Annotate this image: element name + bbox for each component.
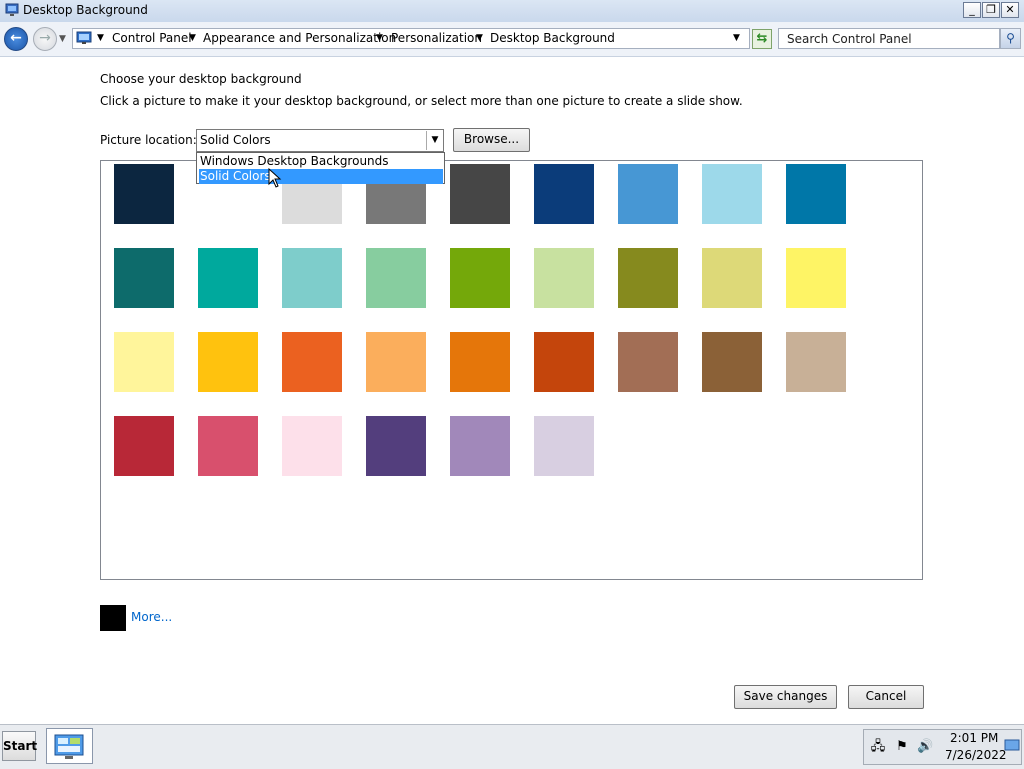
color-swatch[interactable] [198, 416, 258, 476]
breadcrumb-appearance[interactable]: Appearance and Personalization [203, 31, 396, 45]
breadcrumb-arrow-icon[interactable]: ▼ [376, 33, 383, 43]
page-heading: Choose your desktop background [100, 72, 302, 86]
picture-location-dropdown-list[interactable]: Windows Desktop Backgrounds Solid Colors [196, 152, 445, 184]
color-swatch[interactable] [366, 332, 426, 392]
back-button[interactable]: ← [4, 27, 28, 51]
color-swatch[interactable] [534, 332, 594, 392]
color-swatch[interactable] [450, 164, 510, 224]
color-swatch[interactable] [114, 164, 174, 224]
color-swatch-panel [100, 160, 923, 580]
color-swatch[interactable] [702, 164, 762, 224]
close-button[interactable]: ✕ [1001, 2, 1019, 18]
color-swatch[interactable] [534, 164, 594, 224]
title-bar [0, 0, 1024, 23]
color-swatch[interactable] [786, 248, 846, 308]
breadcrumb-personalization[interactable]: Personalization [391, 31, 482, 45]
forward-button[interactable]: → [33, 27, 57, 51]
color-swatch[interactable] [702, 248, 762, 308]
color-swatch[interactable] [366, 416, 426, 476]
color-swatch[interactable] [198, 332, 258, 392]
maximize-button[interactable]: ❐ [982, 2, 1000, 18]
chevron-down-icon[interactable]: ▼ [426, 131, 443, 150]
option-windows-desktop-backgrounds[interactable]: Windows Desktop Backgrounds [199, 154, 443, 169]
network-icon[interactable]: 🖧 [870, 739, 886, 755]
refresh-button[interactable]: ⇆ [752, 29, 772, 49]
color-swatch[interactable] [114, 416, 174, 476]
instruction-text: Click a picture to make it your desktop … [100, 94, 743, 108]
color-swatch[interactable] [450, 332, 510, 392]
more-colors-link[interactable]: More... [131, 610, 172, 624]
color-swatch[interactable] [366, 248, 426, 308]
save-changes-button[interactable]: Save changes [734, 685, 837, 709]
picture-location-label: Picture location: [100, 133, 197, 147]
mouse-cursor-icon [268, 168, 282, 188]
breadcrumb-control-panel[interactable]: Control Panel [112, 31, 192, 45]
breadcrumb-arrow-icon[interactable]: ▼ [189, 33, 196, 43]
color-swatch[interactable] [702, 332, 762, 392]
color-swatch[interactable] [450, 248, 510, 308]
volume-icon[interactable]: 🔊 [917, 739, 933, 755]
recent-pages-dropdown-icon[interactable]: ▼ [59, 34, 69, 44]
address-dropdown-icon[interactable]: ▼ [733, 33, 740, 43]
color-swatch[interactable] [282, 248, 342, 308]
desktop-background-icon [5, 3, 19, 16]
search-icon[interactable]: ⚲ [1000, 28, 1021, 49]
color-swatch[interactable] [198, 248, 258, 308]
current-color-swatch[interactable] [100, 605, 126, 631]
color-swatch[interactable] [786, 332, 846, 392]
breadcrumb-desktop-background[interactable]: Desktop Background [490, 31, 615, 45]
window-title: Desktop Background [23, 3, 148, 17]
breadcrumb-root-arrow-icon[interactable]: ▼ [97, 33, 104, 43]
control-panel-icon [54, 734, 84, 759]
start-button[interactable]: Start [2, 731, 37, 761]
color-swatch[interactable] [618, 164, 678, 224]
control-panel-icon [76, 31, 92, 44]
clock-date[interactable]: 7/26/2022 [945, 748, 1007, 762]
color-swatch[interactable] [534, 248, 594, 308]
action-center-icon[interactable]: ⚑ [894, 739, 910, 755]
color-swatch[interactable] [534, 416, 594, 476]
browse-button[interactable]: Browse... [453, 128, 530, 152]
color-swatch[interactable] [786, 164, 846, 224]
clock-time[interactable]: 2:01 PM [950, 731, 1010, 745]
show-desktop-icon[interactable] [1004, 739, 1020, 753]
taskbar-control-panel-button[interactable] [46, 728, 93, 764]
color-swatch[interactable] [282, 416, 342, 476]
color-swatch[interactable] [114, 248, 174, 308]
cancel-button[interactable]: Cancel [848, 685, 924, 709]
color-swatch[interactable] [618, 332, 678, 392]
search-input[interactable]: Search Control Panel [778, 28, 1000, 49]
option-solid-colors[interactable]: Solid Colors [199, 169, 443, 184]
color-swatch[interactable] [114, 332, 174, 392]
color-swatch[interactable] [282, 332, 342, 392]
color-swatch[interactable] [450, 416, 510, 476]
minimize-button[interactable]: _ [963, 2, 981, 18]
color-swatch[interactable] [618, 248, 678, 308]
breadcrumb-arrow-icon[interactable]: ▼ [476, 33, 483, 43]
picture-location-select[interactable]: Solid Colors [196, 129, 444, 152]
